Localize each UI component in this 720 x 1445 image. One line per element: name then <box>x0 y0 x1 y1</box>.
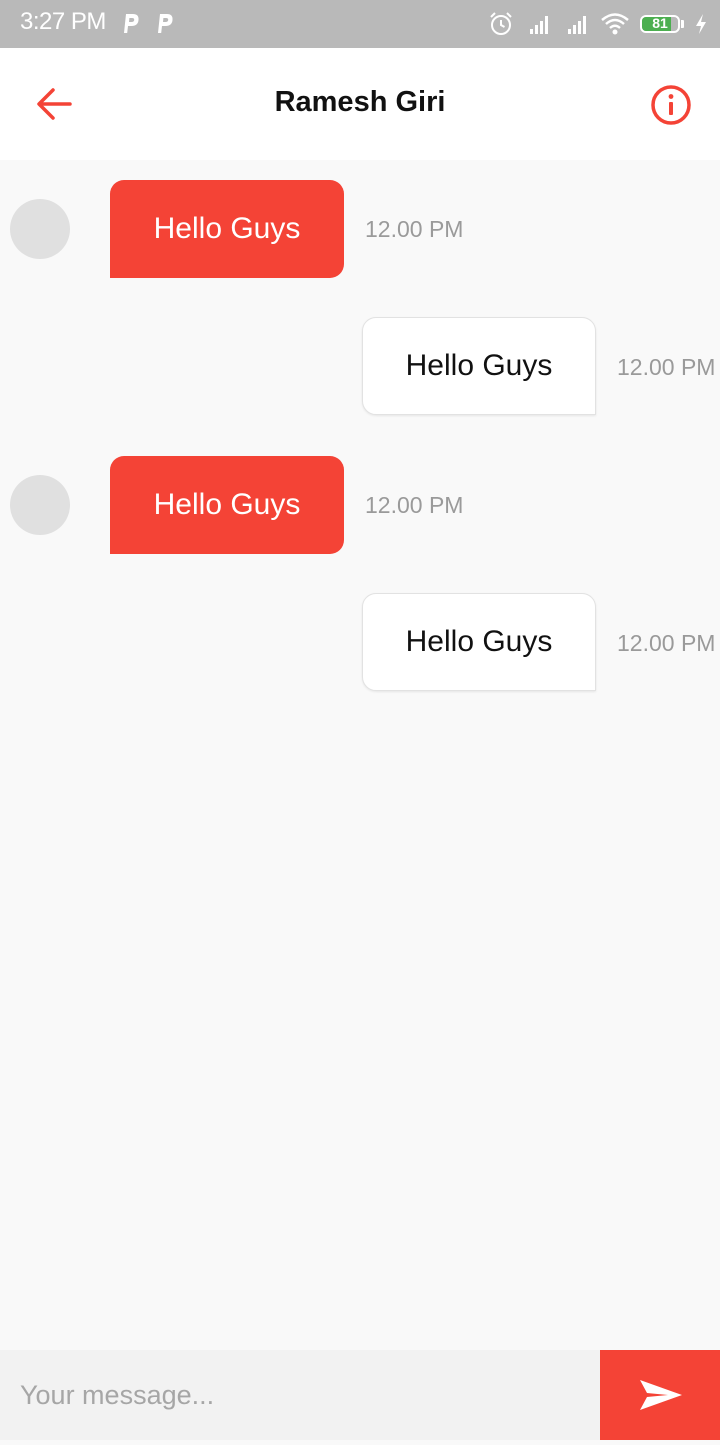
info-button[interactable] <box>650 84 692 126</box>
message-time: 12.00 PM <box>365 216 464 242</box>
chat-title: Ramesh Giri <box>274 86 446 118</box>
message-text: Hello Guys <box>405 625 553 658</box>
battery-indicator: 81 <box>640 15 684 33</box>
outgoing-message-bubble[interactable]: Hello Guys <box>362 317 596 415</box>
send-icon <box>640 1380 682 1410</box>
parking-notification-icon <box>158 14 173 33</box>
message-time: 12.00 PM <box>617 630 716 656</box>
status-bar: 3:27 PM 81 <box>0 0 720 48</box>
incoming-message-bubble[interactable]: Hello Guys <box>110 456 344 554</box>
avatar <box>10 475 70 535</box>
app-bar: Ramesh Giri <box>0 48 720 160</box>
status-icons: 81 <box>488 10 708 38</box>
info-circle-icon <box>651 85 691 125</box>
alarm-icon <box>490 12 512 35</box>
avatar <box>10 199 70 259</box>
parking-notification-icon <box>124 14 139 33</box>
wifi-icon <box>601 13 629 35</box>
message-input[interactable] <box>0 1350 600 1440</box>
signal-icon <box>530 16 548 34</box>
message-time: 12.00 PM <box>365 492 464 518</box>
message-list[interactable]: Hello Guys 12.00 PM Hello Guys 12.00 PM … <box>0 160 720 1350</box>
signal-icon <box>568 16 586 34</box>
charging-icon <box>696 14 706 34</box>
send-button[interactable] <box>600 1350 720 1440</box>
message-time: 12.00 PM <box>617 354 716 380</box>
message-text: Hello Guys <box>153 488 301 521</box>
message-composer <box>0 1350 720 1440</box>
status-time: 3:27 PM <box>20 8 106 35</box>
battery-level: 81 <box>652 15 668 31</box>
message-text: Hello Guys <box>405 349 553 382</box>
incoming-message-bubble[interactable]: Hello Guys <box>110 180 344 278</box>
outgoing-message-bubble[interactable]: Hello Guys <box>362 593 596 691</box>
message-text: Hello Guys <box>153 212 301 245</box>
